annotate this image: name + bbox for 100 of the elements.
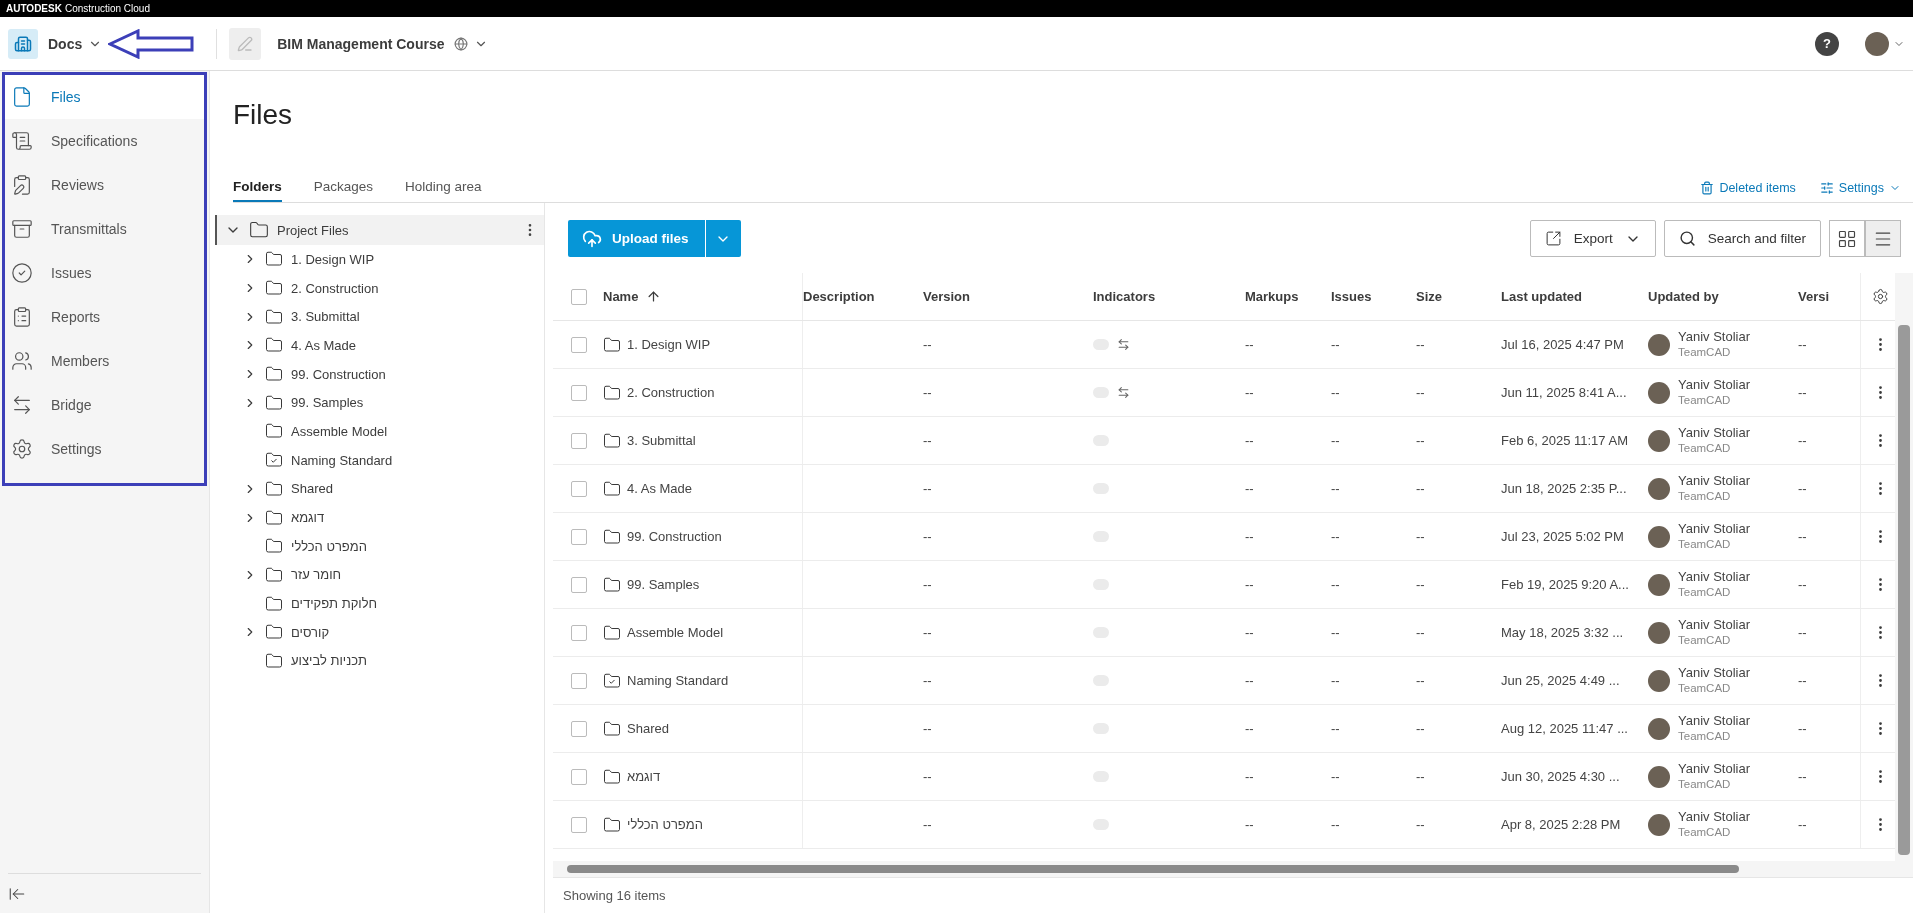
- sidebar-item[interactable]: Issues: [5, 251, 204, 295]
- column-header[interactable]: Indicators: [1093, 273, 1245, 320]
- avatar: [1648, 381, 1670, 404]
- tree-item[interactable]: Shared: [291, 481, 333, 497]
- search-filter-button[interactable]: Search and filter: [1663, 220, 1821, 257]
- vertical-scrollbar[interactable]: [1895, 273, 1913, 861]
- folder-name[interactable]: דוגמא: [627, 769, 661, 784]
- table-cell-text: Jun 25, 2025 4:49 ...: [1501, 673, 1621, 688]
- row-checkbox[interactable]: [571, 432, 587, 449]
- folder-name[interactable]: 99. Samples: [627, 577, 700, 592]
- folder-icon: [265, 565, 283, 584]
- horizontal-scrollbar[interactable]: [553, 861, 1913, 877]
- tree-item[interactable]: 1. Design WIP: [291, 251, 375, 267]
- folder-name[interactable]: המפרט הכללי: [627, 817, 703, 832]
- row-checkbox[interactable]: [571, 720, 587, 737]
- tree-item[interactable]: חלוקת תפקידים: [291, 596, 378, 612]
- help-button[interactable]: ?: [1815, 31, 1839, 56]
- row-checkbox[interactable]: [571, 528, 587, 545]
- table-cell-text: --: [1331, 625, 1341, 640]
- table-cell-text: --: [1245, 625, 1255, 640]
- tree-item[interactable]: המפרט הכללי: [291, 538, 367, 554]
- user-name: Yaniv Stoliar: [1678, 569, 1750, 586]
- tree-item[interactable]: תכניות לביצוע: [291, 653, 368, 669]
- sidebar-item[interactable]: Specifications: [5, 119, 204, 163]
- row-checkbox[interactable]: [571, 768, 587, 785]
- sidebar-item[interactable]: Reports: [5, 295, 204, 339]
- table-cell-text: --: [1331, 577, 1341, 592]
- sidebar-item[interactable]: Transmittals: [5, 207, 204, 251]
- app-switcher[interactable]: Docs: [48, 35, 83, 52]
- tree-item[interactable]: 3. Submittal: [291, 309, 360, 325]
- tab[interactable]: Folders: [233, 179, 282, 202]
- tab[interactable]: Holding area: [405, 179, 482, 202]
- table-cell-text: --: [1416, 817, 1426, 832]
- deleted-items-link[interactable]: Deleted items: [1700, 181, 1796, 202]
- column-header[interactable]: Name: [603, 273, 803, 320]
- project-name[interactable]: BIM Management Course: [277, 35, 445, 52]
- company-name: TeamCAD: [1678, 489, 1732, 504]
- folder-name[interactable]: 1. Design WIP: [627, 337, 711, 352]
- table-cell-text: --: [923, 577, 933, 592]
- upload-menu-button[interactable]: [704, 220, 741, 257]
- column-header[interactable]: Issues: [1331, 273, 1416, 320]
- row-checkbox[interactable]: [571, 672, 587, 689]
- table-cell-text: --: [923, 337, 933, 352]
- folder-icon: [603, 719, 621, 738]
- tree-item[interactable]: Assemble Model: [291, 423, 388, 439]
- list-view-button[interactable]: [1865, 220, 1901, 257]
- sidebar-item[interactable]: Reviews: [5, 163, 204, 207]
- row-checkbox[interactable]: [571, 576, 587, 593]
- settings-link[interactable]: Settings: [1819, 181, 1901, 202]
- table-cell-text: --: [1331, 337, 1341, 352]
- sidebar-item[interactable]: Members: [5, 339, 204, 383]
- tree-item[interactable]: Naming Standard: [291, 452, 393, 468]
- column-header[interactable]: Markups: [1245, 273, 1331, 320]
- folder-name[interactable]: Project Files: [277, 222, 349, 238]
- row-checkbox[interactable]: [571, 624, 587, 641]
- docs-app-icon[interactable]: [8, 28, 38, 59]
- tree-item[interactable]: קורסים: [291, 624, 330, 640]
- folder-icon: [265, 479, 283, 498]
- folder-name[interactable]: Naming Standard: [627, 673, 729, 688]
- sidebar-item[interactable]: Files: [5, 75, 204, 119]
- folder-name[interactable]: 99. Construction: [627, 529, 722, 544]
- row-checkbox[interactable]: [571, 384, 587, 401]
- grid-view-button[interactable]: [1829, 220, 1865, 257]
- table-cell-text: --: [1331, 529, 1341, 544]
- folder-icon: [603, 479, 621, 498]
- user-name: Yaniv Stoliar: [1678, 329, 1750, 346]
- column-header[interactable]: Versi: [1798, 273, 1860, 320]
- select-all-checkbox[interactable]: [571, 288, 587, 305]
- tree-item[interactable]: 2. Construction: [291, 280, 379, 296]
- sidebar-item[interactable]: Bridge: [5, 383, 204, 427]
- tree-item[interactable]: Project Files: [215, 215, 544, 245]
- row-checkbox[interactable]: [571, 480, 587, 497]
- tree-item[interactable]: 99. Samples: [291, 395, 364, 411]
- column-header[interactable]: Updated by: [1648, 273, 1798, 320]
- user-menu[interactable]: [1865, 31, 1905, 56]
- tree-item[interactable]: חומר עזר: [291, 567, 342, 583]
- column-header[interactable]: Description: [803, 273, 923, 320]
- folder-icon: [265, 651, 283, 670]
- sidebar-item[interactable]: Settings: [5, 427, 204, 471]
- column-header[interactable]: Version: [923, 273, 1093, 320]
- folder-name[interactable]: Assemble Model: [627, 625, 724, 640]
- folder-name[interactable]: 4. As Made: [627, 481, 693, 496]
- table-cell-text: --: [1416, 673, 1426, 688]
- tree-item[interactable]: 4. As Made: [291, 337, 357, 353]
- row-checkbox[interactable]: [571, 336, 587, 353]
- tree-item[interactable]: 99. Construction: [291, 366, 386, 382]
- tab[interactable]: Packages: [313, 179, 374, 202]
- row-checkbox[interactable]: [571, 816, 587, 833]
- column-header[interactable]: Size: [1416, 273, 1501, 320]
- folder-name[interactable]: 3. Submittal: [627, 433, 696, 448]
- folder-icon: [603, 575, 621, 594]
- table-cell-text: --: [1416, 385, 1426, 400]
- folder-name[interactable]: 2. Construction: [627, 385, 715, 400]
- column-header[interactable]: Last updated: [1501, 273, 1648, 320]
- folder-name[interactable]: Shared: [627, 721, 669, 736]
- table-cell-text: Jul 16, 2025 4:47 PM: [1501, 337, 1625, 352]
- folder-icon: [265, 623, 283, 642]
- settings-icon[interactable]: [1872, 288, 1889, 305]
- tree-item[interactable]: דוגמא: [291, 510, 325, 526]
- export-button[interactable]: Export: [1529, 220, 1656, 257]
